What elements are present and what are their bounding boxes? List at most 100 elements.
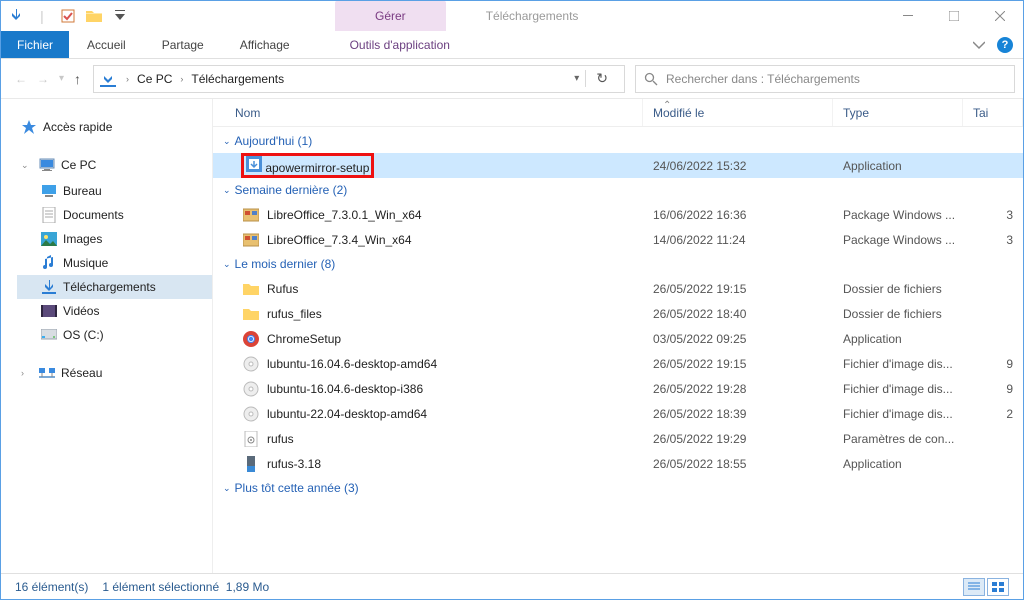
window-title: Téléchargements (446, 1, 885, 31)
tab-share[interactable]: Partage (144, 31, 222, 58)
properties-check-icon[interactable] (57, 5, 79, 27)
nav-item-os-c-[interactable]: OS (C:) (17, 323, 212, 347)
breadcrumb-thispc[interactable]: Ce PC (135, 72, 174, 86)
breadcrumb-sep-icon[interactable]: › (174, 74, 189, 84)
tab-app-tools[interactable]: Outils d'application (332, 31, 468, 58)
nav-quick-access[interactable]: Accès rapide (17, 115, 212, 139)
nav-icon (41, 303, 57, 319)
file-row[interactable]: rufus-3.1826/05/2022 18:55Application (213, 451, 1023, 476)
group-header[interactable]: ⌄Plus tôt cette année (3) (213, 476, 1023, 500)
file-icon (243, 207, 259, 223)
up-button[interactable]: ↑ (74, 71, 81, 87)
group-header[interactable]: ⌄Le mois dernier (8) (213, 252, 1023, 276)
address-dropdown-icon[interactable]: ▾ (568, 73, 585, 84)
chevron-down-icon: ⌄ (223, 136, 231, 147)
refresh-button[interactable]: ↻ (585, 70, 618, 87)
tab-home[interactable]: Accueil (69, 31, 144, 58)
file-row[interactable]: Rufus26/05/2022 19:15Dossier de fichiers (213, 276, 1023, 301)
cell-name: ChromeSetup (213, 331, 643, 347)
file-row[interactable]: LibreOffice_7.3.4_Win_x6414/06/2022 11:2… (213, 227, 1023, 252)
file-row[interactable]: LibreOffice_7.3.0.1_Win_x6416/06/2022 16… (213, 202, 1023, 227)
details-view-button[interactable] (963, 578, 985, 596)
cell-name: rufus (213, 431, 643, 447)
nav-this-pc[interactable]: ⌄ Ce PC (17, 153, 212, 177)
chevron-down-icon: ⌄ (223, 185, 231, 196)
quick-access-toolbar: | (1, 1, 135, 31)
cell-name: LibreOffice_7.3.4_Win_x64 (213, 232, 643, 248)
expand-icon[interactable]: › (21, 368, 33, 378)
file-row[interactable]: rufus26/05/2022 19:29Paramètres de con..… (213, 426, 1023, 451)
file-name: lubuntu-16.04.6-desktop-i386 (267, 382, 423, 396)
file-tab[interactable]: Fichier (1, 31, 69, 58)
file-row[interactable]: rufus_files26/05/2022 18:40Dossier de fi… (213, 301, 1023, 326)
download-arrow-icon[interactable] (5, 5, 27, 27)
cell-name: LibreOffice_7.3.0.1_Win_x64 (213, 207, 643, 223)
folder-icon[interactable] (83, 5, 105, 27)
tab-view[interactable]: Affichage (222, 31, 308, 58)
context-tab-manage[interactable]: Gérer (335, 1, 446, 31)
col-header-modified[interactable]: Modifié le (643, 99, 833, 126)
group-header[interactable]: ⌄ Semaine dernière (2) (213, 178, 1023, 202)
nav-item-musique[interactable]: Musique (17, 251, 212, 275)
cell-size: 9 (973, 382, 1023, 396)
expand-icon[interactable]: ⌄ (21, 160, 33, 171)
thumbnails-view-button[interactable] (987, 578, 1009, 596)
nav-item-bureau[interactable]: Bureau (17, 179, 212, 203)
file-icon (243, 232, 259, 248)
minimize-button[interactable] (885, 1, 931, 31)
history-dropdown-icon[interactable]: ▾ (59, 73, 64, 84)
file-name: LibreOffice_7.3.0.1_Win_x64 (267, 208, 422, 222)
file-row[interactable]: lubuntu-16.04.6-desktop-i38626/05/2022 1… (213, 376, 1023, 401)
file-icon (243, 331, 259, 347)
nav-network[interactable]: › Réseau (17, 361, 212, 385)
nav-label: Téléchargements (63, 280, 156, 294)
file-row[interactable]: ChromeSetup03/05/2022 09:25Application (213, 326, 1023, 351)
computer-icon (39, 157, 55, 173)
file-icon (243, 406, 259, 422)
nav-item-vid-os[interactable]: Vidéos (17, 299, 212, 323)
file-icon (243, 356, 259, 372)
search-placeholder: Rechercher dans : Téléchargements (666, 72, 860, 86)
cell-name: lubuntu-22.04-desktop-amd64 (213, 406, 643, 422)
search-input[interactable]: Rechercher dans : Téléchargements (635, 65, 1015, 93)
chevron-down-icon: ⌄ (223, 483, 231, 494)
group-header[interactable]: ⌄Aujourd'hui (1) (213, 129, 1023, 153)
qat-dropdown-icon[interactable] (109, 5, 131, 27)
file-icon (243, 456, 259, 472)
col-header-name[interactable]: Nom (213, 99, 643, 126)
highlight-annotation: apowermirror-setup (241, 153, 374, 178)
nav-label: Vidéos (63, 304, 99, 318)
star-icon (21, 119, 37, 135)
address-bar[interactable]: › Ce PC › Téléchargements ▾ ↻ (93, 65, 625, 93)
group-label: Semaine dernière (2) (235, 183, 348, 197)
cell-type: Dossier de fichiers (833, 282, 973, 296)
nav-item-t-l-chargements[interactable]: Téléchargements (17, 275, 212, 299)
network-icon (39, 365, 55, 381)
file-row[interactable]: lubuntu-16.04.6-desktop-amd6426/05/2022 … (213, 351, 1023, 376)
breadcrumb-downloads[interactable]: Téléchargements (189, 72, 286, 86)
cell-modified: 14/06/2022 11:24 (643, 233, 833, 247)
col-header-type[interactable]: Type (833, 99, 963, 126)
maximize-button[interactable] (931, 1, 977, 31)
help-icon[interactable]: ? (997, 37, 1013, 53)
cell-modified: 24/06/2022 15:32 (643, 159, 833, 173)
expand-ribbon-icon[interactable] (973, 39, 985, 51)
file-row[interactable]: apowermirror-setup24/06/2022 15:32Applic… (213, 153, 1023, 178)
forward-button[interactable]: → (37, 72, 49, 86)
title-bar: | Gérer Téléchargements (1, 1, 1023, 31)
file-row[interactable]: lubuntu-22.04-desktop-amd6426/05/2022 18… (213, 401, 1023, 426)
back-button[interactable]: ← (15, 72, 27, 86)
column-headers: Nom Modifié le Type Tai ⌃ (213, 99, 1023, 127)
close-button[interactable] (977, 1, 1023, 31)
col-header-size[interactable]: Tai (963, 99, 1023, 126)
cell-modified: 26/05/2022 18:55 (643, 457, 833, 471)
breadcrumb-sep-icon[interactable]: › (120, 74, 135, 84)
group-label: Le mois dernier (8) (235, 257, 336, 271)
cell-name: Rufus (213, 281, 643, 297)
nav-label: OS (C:) (63, 328, 104, 342)
cell-modified: 26/05/2022 18:39 (643, 407, 833, 421)
nav-item-images[interactable]: Images (17, 227, 212, 251)
cell-type: Fichier d'image dis... (833, 382, 973, 396)
nav-label: Ce PC (61, 158, 96, 172)
nav-item-documents[interactable]: Documents (17, 203, 212, 227)
